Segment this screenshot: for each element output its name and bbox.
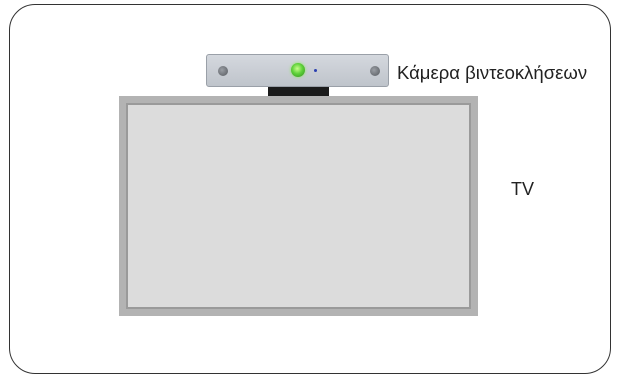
camera-speaker-right-icon (370, 66, 380, 76)
tv-screen (126, 103, 471, 309)
camera-speaker-left-icon (218, 66, 228, 76)
video-call-camera (206, 54, 389, 87)
camera-lens-icon (291, 63, 305, 77)
camera-indicator-led-icon (314, 69, 317, 72)
camera-label: Κάμερα βιντεοκλήσεων (397, 62, 588, 83)
tv-label: TV (511, 179, 535, 199)
